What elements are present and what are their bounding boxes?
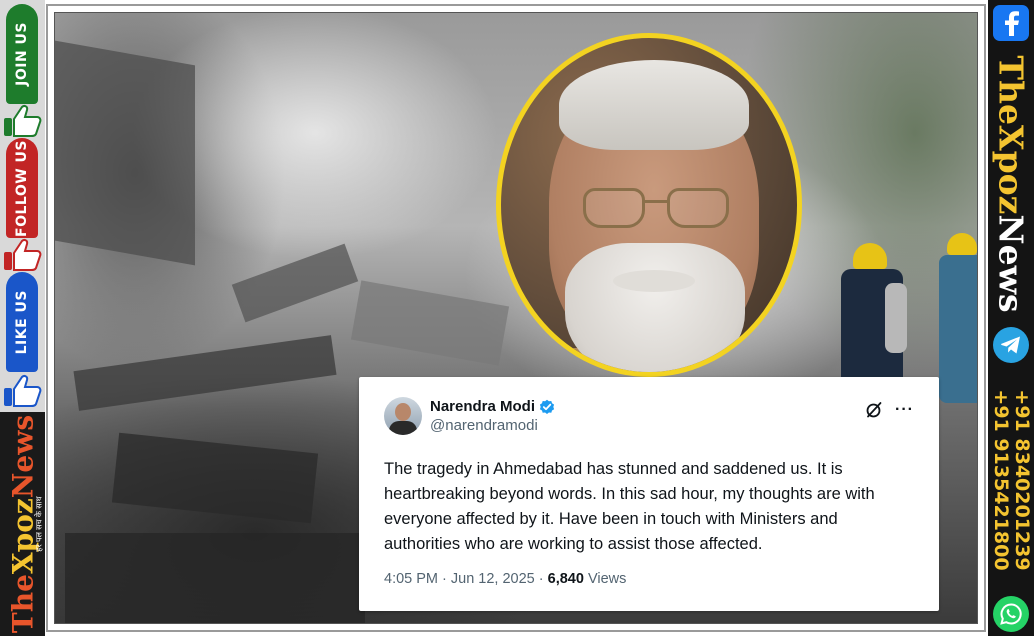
join-us-button[interactable]: JOIN US (6, 4, 38, 104)
grok-icon[interactable] (865, 401, 883, 419)
crash-site-photo: Narendra Modi @narendramodi ··· The trag… (54, 12, 978, 624)
thumbs-up-icon (4, 105, 42, 137)
whatsapp-button[interactable] (993, 596, 1029, 632)
tweet-meta: 4:05 PM · Jun 12, 2025 · 6,840 Views (384, 571, 914, 587)
brand-the: The (991, 55, 1031, 125)
portrait-circle (496, 33, 802, 377)
firefighter-figure (835, 243, 915, 393)
wreckage (55, 40, 195, 266)
news-image-frame: Narendra Modi @narendramodi ··· The trag… (46, 4, 986, 632)
wreckage (73, 335, 337, 411)
thumbs-up-icon (4, 375, 42, 407)
tweet-views-count: 6,840 (547, 571, 584, 587)
wreckage (350, 280, 510, 366)
brand-news: News (991, 214, 1031, 313)
tweet-views-label: Views (583, 571, 627, 587)
facebook-icon (1005, 11, 1019, 36)
avatar[interactable] (384, 397, 422, 435)
wreckage (231, 243, 359, 323)
contact-numbers: +91 8340201239 +91 9135421800 (988, 366, 1034, 594)
tweet-author-name[interactable]: Narendra Modi (430, 398, 535, 415)
brand-tagline-left: हर पल सच के साथ (33, 412, 45, 636)
more-options-icon[interactable]: ··· (895, 402, 914, 418)
brand-logo-right: TheXpozNews (988, 44, 1034, 324)
wreckage (111, 432, 319, 524)
phone-number-2[interactable]: +91 9135421800 (990, 389, 1012, 570)
tweet-card: Narendra Modi @narendramodi ··· The trag… (359, 377, 939, 611)
thumbs-up-icon (4, 239, 42, 271)
like-us-button[interactable]: LIKE US (6, 272, 38, 372)
telegram-button[interactable] (993, 327, 1029, 363)
whatsapp-icon (1000, 603, 1022, 625)
verified-badge-icon (539, 399, 555, 414)
like-us-label: LIKE US (14, 289, 30, 355)
left-social-strip: JOIN US FOLLOW US LIKE US TheXpozNews हर… (0, 0, 45, 636)
tweet-text: The tragedy in Ahmedabad has stunned and… (384, 460, 875, 553)
phone-number-1[interactable]: +91 8340201239 (1011, 389, 1033, 570)
brand-tagline-text: हर पल सच के साथ (34, 496, 44, 552)
tweet-timestamp[interactable]: 4:05 PM · Jun 12, 2025 · (384, 571, 548, 587)
brand-xpoz: Xpoz (991, 124, 1031, 215)
join-us-label: JOIN US (14, 22, 30, 86)
tweet-author-handle[interactable]: @narendramodi (430, 417, 555, 434)
facebook-button[interactable] (993, 5, 1029, 41)
wreckage (65, 533, 365, 623)
firefighter-figure (935, 233, 977, 403)
follow-us-label: FOLLOW US (14, 139, 30, 237)
right-social-strip: TheXpozNews +91 8340201239 +91 913542180… (988, 0, 1034, 636)
telegram-icon (1001, 336, 1020, 354)
follow-us-button[interactable]: FOLLOW US (6, 138, 38, 238)
